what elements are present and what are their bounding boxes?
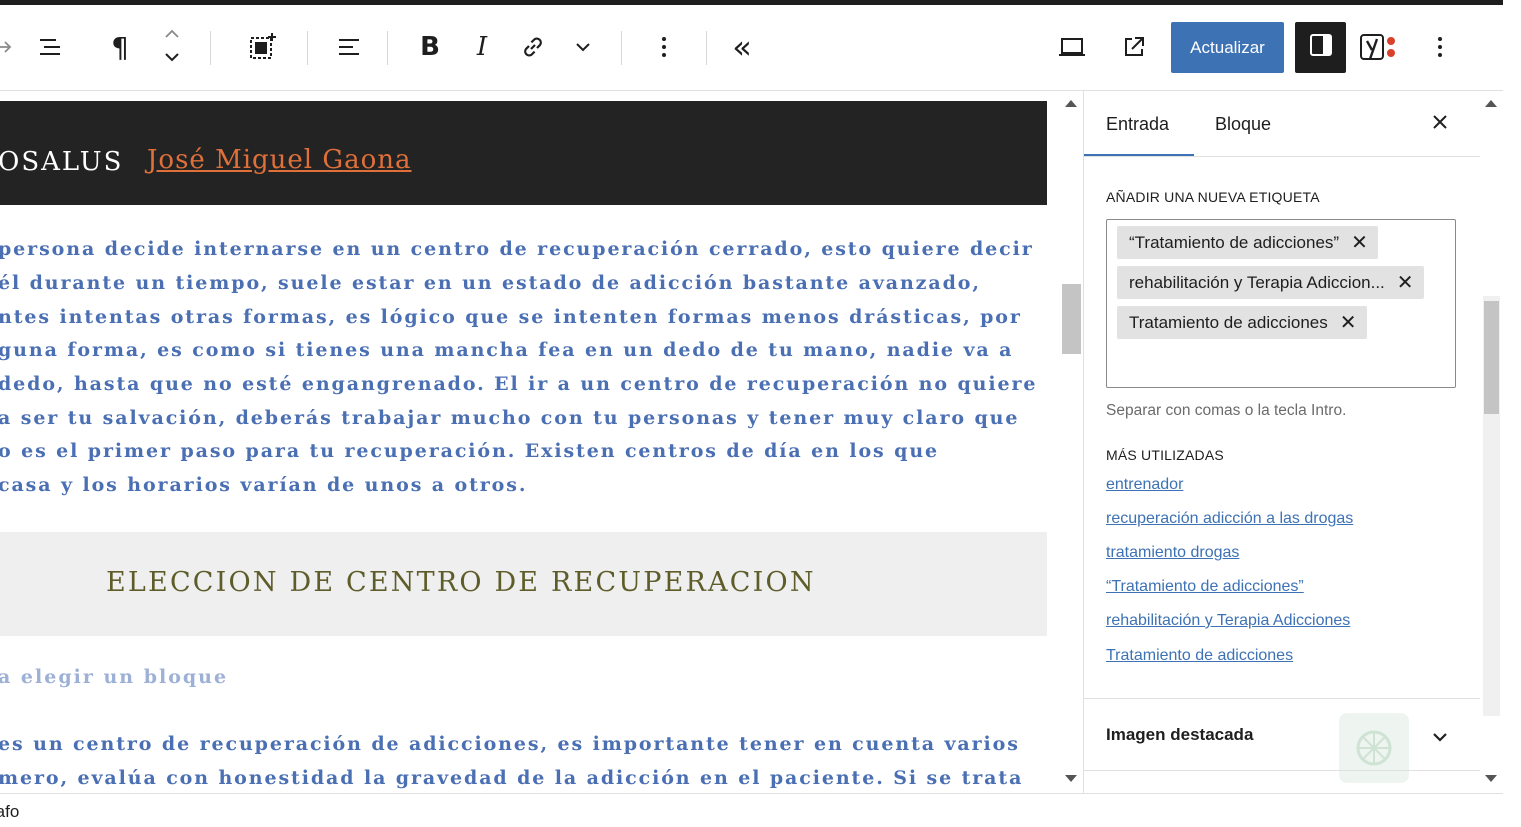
tag-token: rehabilitación y Terapia Adiccion... ✕ [1117, 266, 1424, 299]
featured-image-panel-title[interactable]: Imagen destacada [1106, 725, 1253, 745]
tab-post[interactable]: Entrada [1106, 91, 1169, 157]
panel-divider [1084, 770, 1480, 771]
breadcrumb[interactable]: rafo [0, 802, 19, 822]
paragraph-line: dedo, hasta que no esté engangrenado. El… [0, 373, 1038, 395]
scroll-up-arrow[interactable] [1485, 100, 1497, 107]
panel-divider [1084, 698, 1480, 699]
tag-input[interactable]: “Tratamiento de adicciones” ✕ rehabilita… [1106, 219, 1456, 388]
preview-icon[interactable] [1054, 27, 1090, 67]
toolbar-separator [210, 31, 211, 65]
most-used-tag-link[interactable]: “Tratamiento de adicciones” [1106, 578, 1304, 596]
collapse-icon[interactable]: « [724, 27, 760, 67]
settings-button[interactable] [1295, 22, 1346, 73]
most-used-tag-link[interactable]: tratamiento drogas [1106, 544, 1239, 562]
list-view-icon[interactable] [32, 27, 68, 67]
external-link-icon[interactable] [1116, 27, 1152, 67]
most-used-tag-link[interactable]: rehabilitación y Terapia Adicciones [1106, 612, 1350, 630]
close-sidebar-button[interactable] [1424, 108, 1456, 140]
paragraph-line: a ser tu salvación, deberás trabajar muc… [0, 407, 1020, 429]
align-icon[interactable] [331, 27, 367, 67]
more-menu-icon[interactable] [1422, 27, 1458, 67]
paragraph-line: es un centro de recuperación de adiccion… [0, 733, 1020, 755]
remove-tag-icon[interactable]: ✕ [1397, 273, 1414, 293]
remove-tag-icon[interactable]: ✕ [1340, 313, 1357, 333]
tag-token: “Tratamiento de adicciones” ✕ [1117, 226, 1378, 259]
chevron-down-icon[interactable] [1428, 725, 1452, 749]
paragraph-line: o es el primer paso para tu recuperación… [0, 440, 940, 462]
toolbar-separator [387, 31, 388, 65]
select-block-icon[interactable] [244, 27, 280, 67]
redo-icon[interactable] [0, 27, 22, 67]
scroll-down-arrow[interactable] [1065, 775, 1077, 782]
floating-widget-icon [1339, 713, 1409, 783]
paragraph-line: guna forma, es como si tienes una mancha… [0, 339, 1014, 361]
most-used-tag-link[interactable]: entrenador [1106, 476, 1183, 494]
paragraph-line: casa y los horarios varían de unos a otr… [0, 474, 528, 496]
heading-block[interactable]: ELECCION DE CENTRO DE RECUPERACION [0, 532, 1047, 636]
update-button[interactable]: Actualizar [1171, 22, 1284, 73]
editor-toolbar: ¶ B I « Actualizar [0, 5, 1503, 91]
scrollbar-thumb[interactable] [1484, 301, 1499, 414]
block-placeholder[interactable]: a elegir un bloque [0, 666, 228, 688]
tag-token-label: rehabilitación y Terapia Adiccion... [1129, 272, 1385, 292]
tag-help-text: Separar con comas o la tecla Intro. [1106, 402, 1347, 419]
options-icon[interactable] [646, 27, 682, 67]
window-edge [1503, 0, 1521, 827]
most-used-label: MÁS UTILIZADAS [1106, 447, 1224, 463]
settings-sidebar: Entrada Bloque AÑADIR UNA NUEVA ETIQUETA… [1083, 91, 1480, 793]
italic-icon[interactable]: I [464, 27, 500, 67]
remove-tag-icon[interactable]: ✕ [1351, 233, 1368, 253]
move-arrows-icon[interactable] [154, 27, 190, 67]
paragraph-line: mero, evalúa con honestidad la gravedad … [0, 767, 1024, 789]
toolbar-separator [706, 31, 707, 65]
tabs-divider [1084, 156, 1480, 157]
tag-token: Tratamiento de adicciones ✕ [1117, 306, 1367, 339]
author-link[interactable]: José Miguel Gaona [147, 145, 412, 175]
paragraph-line: él durante un tiempo, suele estar en un … [0, 272, 981, 294]
block-breadcrumb-bar: rafo [0, 793, 1503, 827]
most-used-tag-link[interactable]: Tratamiento de adicciones [1106, 647, 1293, 665]
toolbar-separator [307, 31, 308, 65]
paragraph-line: ntes intentas otras formas, es lógico qu… [0, 306, 1022, 328]
close-icon [1431, 113, 1449, 136]
paragraph-icon[interactable]: ¶ [102, 27, 138, 67]
new-tag-label: AÑADIR UNA NUEVA ETIQUETA [1106, 189, 1320, 205]
paragraph-line: persona decide internarse en un centro d… [0, 238, 1034, 260]
canvas-scrollbar[interactable] [1060, 91, 1083, 793]
settings-icon [1308, 32, 1334, 63]
scroll-down-arrow[interactable] [1485, 775, 1497, 782]
scrollbar-thumb[interactable] [1062, 284, 1081, 354]
editor-canvas[interactable]: OSALUS José Miguel Gaona persona decide … [0, 91, 1060, 793]
scroll-up-arrow[interactable] [1065, 100, 1077, 107]
link-icon[interactable] [515, 27, 551, 67]
tag-token-label: “Tratamiento de adicciones” [1129, 232, 1340, 252]
sidebar-scrollbar[interactable] [1480, 91, 1503, 793]
yoast-icon[interactable] [1357, 27, 1403, 67]
toolbar-separator [621, 31, 622, 65]
author-banner[interactable]: OSALUS José Miguel Gaona [0, 101, 1047, 205]
bold-icon[interactable]: B [412, 27, 448, 67]
tag-token-label: Tratamiento de adicciones [1129, 312, 1328, 332]
heading-text: ELECCION DE CENTRO DE RECUPERACION [106, 567, 816, 598]
tab-block[interactable]: Bloque [1215, 91, 1271, 157]
most-used-tag-link[interactable]: recuperación adicción a las drogas [1106, 510, 1353, 528]
banner-text: OSALUS [0, 147, 124, 177]
more-format-icon[interactable] [565, 27, 601, 67]
